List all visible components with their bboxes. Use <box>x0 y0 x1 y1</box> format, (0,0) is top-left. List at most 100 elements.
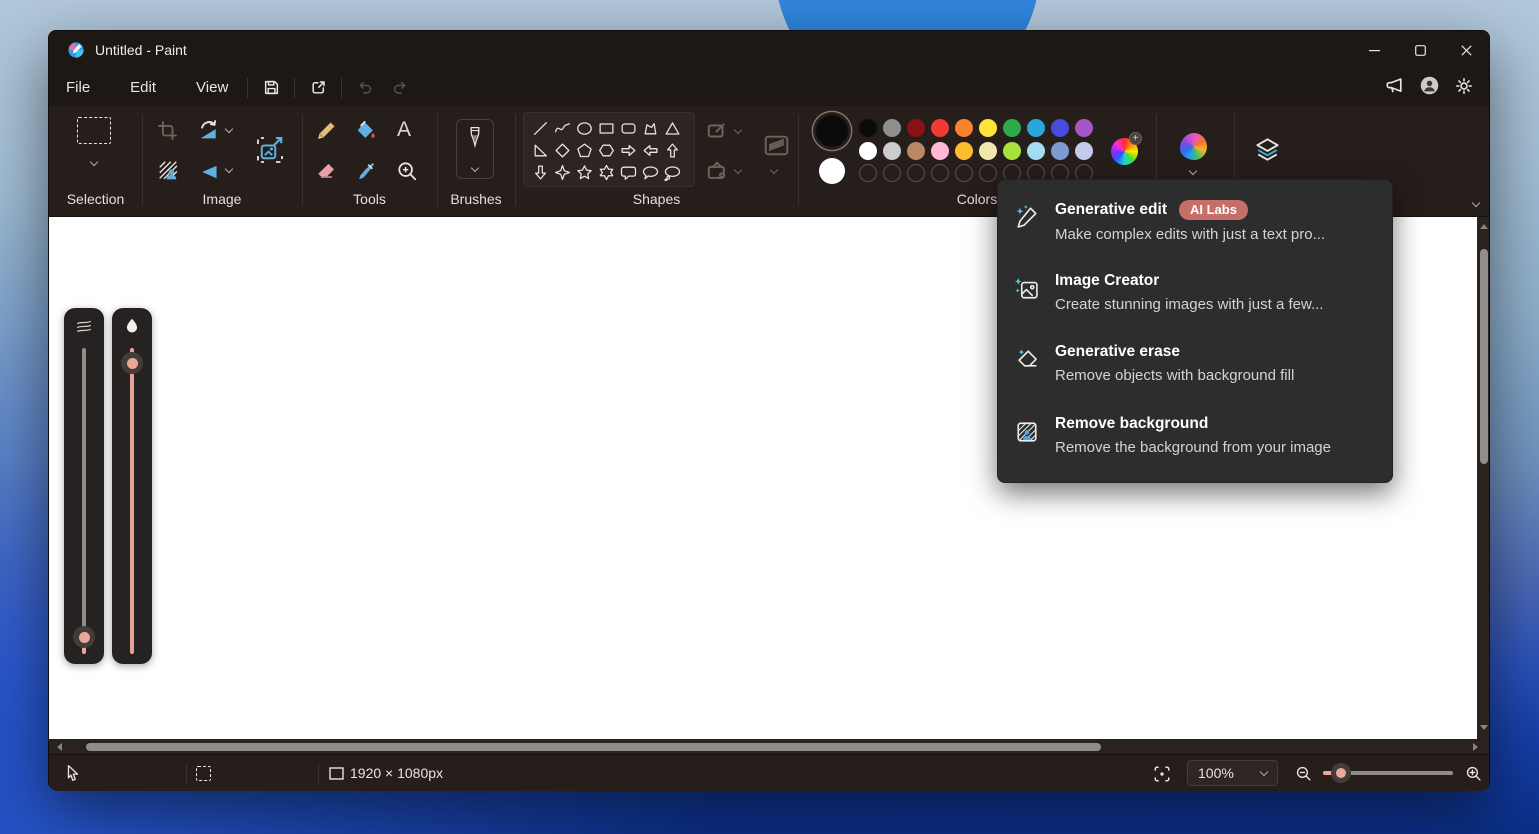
color-swatch-8a1216[interactable] <box>907 119 925 137</box>
feedback-megaphone-icon[interactable] <box>1385 76 1404 99</box>
flip-dropdown-chevron[interactable] <box>225 165 233 173</box>
selection-tool-button[interactable] <box>77 117 111 144</box>
shape-line[interactable] <box>529 117 551 139</box>
resize-image-button[interactable] <box>255 135 285 170</box>
settings-gear-icon[interactable] <box>1455 77 1473 99</box>
shape-pentagon[interactable] <box>573 139 595 161</box>
color-swatch-a7e23e[interactable] <box>1003 142 1021 160</box>
redo-icon[interactable] <box>382 74 416 102</box>
color-swatch-a2ddf1[interactable] <box>1027 142 1045 160</box>
color-swatch-0b0b0b[interactable] <box>859 119 877 137</box>
color-picker-tool[interactable] <box>355 160 377 187</box>
copilot-menu-item-generative-erase[interactable]: Generative eraseRemove objects with back… <box>998 332 1392 404</box>
copilot-menu-item-image-creator[interactable]: Image CreatorCreate stunning images with… <box>998 261 1392 333</box>
shape-speech-rounded[interactable] <box>617 161 639 183</box>
close-button[interactable] <box>1443 31 1489 69</box>
text-tool[interactable]: A <box>397 118 411 142</box>
save-icon[interactable] <box>254 74 288 102</box>
opacity-slider-track[interactable] <box>130 348 134 654</box>
flip-button[interactable] <box>198 161 220 188</box>
rotate-dropdown-chevron[interactable] <box>225 125 233 133</box>
magnifier-tool[interactable] <box>396 160 418 187</box>
stroke-size-chevron[interactable] <box>770 166 778 174</box>
horizontal-scroll-thumb[interactable] <box>86 743 1101 751</box>
color-swatch-ffb9d5[interactable] <box>931 142 949 160</box>
color-swatch-7e9bd1[interactable] <box>1051 142 1069 160</box>
shape-rectangle[interactable] <box>595 117 617 139</box>
zoom-slider-thumb[interactable] <box>1331 763 1351 783</box>
shape-hexagon[interactable] <box>595 139 617 161</box>
account-avatar[interactable] <box>1420 76 1439 99</box>
color-swatch-cccccc[interactable] <box>883 142 901 160</box>
shape-star-four[interactable] <box>551 161 573 183</box>
shape-thought-bubble[interactable] <box>661 161 683 183</box>
shape-arrow-down[interactable] <box>529 161 551 183</box>
color-swatch-empty[interactable] <box>979 164 997 182</box>
zoom-level-dropdown[interactable]: 100% <box>1187 760 1278 786</box>
background-color-swatch[interactable] <box>819 158 845 184</box>
color-swatch-empty[interactable] <box>859 164 877 182</box>
shape-diamond[interactable] <box>551 139 573 161</box>
crop-button[interactable] <box>157 120 178 146</box>
zoom-out-icon[interactable] <box>1295 765 1312 782</box>
shape-star-six[interactable] <box>595 161 617 183</box>
selection-dropdown-chevron[interactable] <box>90 158 98 166</box>
scroll-left-arrow[interactable] <box>57 743 62 751</box>
color-swatch-a455c6[interactable] <box>1075 119 1093 137</box>
color-swatch-2fa84a[interactable] <box>1003 119 1021 137</box>
opacity-slider-thumb[interactable] <box>121 352 143 374</box>
shape-ellipse[interactable] <box>573 117 595 139</box>
color-swatch-empty[interactable] <box>931 164 949 182</box>
shape-arrow-up[interactable] <box>661 139 683 161</box>
remove-background-button[interactable] <box>157 159 179 186</box>
color-swatch-empty[interactable] <box>955 164 973 182</box>
shape-fill-chevron[interactable] <box>734 166 742 174</box>
brushes-button[interactable] <box>456 119 494 179</box>
shape-heart[interactable] <box>529 183 551 187</box>
color-swatch-ffe43b[interactable] <box>979 119 997 137</box>
vertical-scroll-thumb[interactable] <box>1480 249 1488 464</box>
color-swatch-c5caef[interactable] <box>1075 142 1093 160</box>
eraser-tool[interactable] <box>315 160 337 187</box>
shape-triangle[interactable] <box>661 117 683 139</box>
size-slider-thumb[interactable] <box>73 626 95 648</box>
shape-arrow-left[interactable] <box>639 139 661 161</box>
minimize-button[interactable] <box>1351 31 1397 69</box>
shape-lightning[interactable] <box>551 183 573 187</box>
color-swatch-ee3b35[interactable] <box>931 119 949 137</box>
zoom-in-icon[interactable] <box>1465 765 1482 782</box>
share-icon[interactable] <box>301 74 335 102</box>
undo-icon[interactable] <box>348 74 382 102</box>
fill-tool[interactable] <box>355 120 377 147</box>
menu-edit[interactable]: Edit <box>117 74 169 101</box>
color-swatch-empty[interactable] <box>907 164 925 182</box>
fit-to-screen-icon[interactable] <box>1153 765 1171 783</box>
color-swatch-bb8764[interactable] <box>907 142 925 160</box>
color-swatch-empty[interactable] <box>883 164 901 182</box>
shape-curve[interactable] <box>551 117 573 139</box>
shape-star-five[interactable] <box>573 161 595 183</box>
scroll-up-arrow[interactable] <box>1480 224 1488 229</box>
color-swatch-2aa5dd[interactable] <box>1027 119 1045 137</box>
scroll-down-arrow[interactable] <box>1480 725 1488 730</box>
menu-file[interactable]: File <box>53 74 103 101</box>
color-swatch-484de0[interactable] <box>1051 119 1069 137</box>
shape-outline-chevron[interactable] <box>734 126 742 134</box>
shape-rounded-rectangle[interactable] <box>617 117 639 139</box>
layers-button[interactable] <box>1253 135 1282 169</box>
rotate-button[interactable] <box>197 119 220 147</box>
shape-outline-button[interactable] <box>706 120 728 147</box>
horizontal-scrollbar[interactable] <box>49 739 1489 754</box>
color-swatch-efe7ae[interactable] <box>979 142 997 160</box>
copilot-button[interactable] <box>1180 133 1207 160</box>
color-swatch-fdbc2f[interactable] <box>955 142 973 160</box>
stroke-size-button[interactable] <box>763 132 790 164</box>
collapse-ribbon-chevron[interactable] <box>1472 199 1480 207</box>
copilot-dropdown-chevron[interactable] <box>1189 167 1197 175</box>
shape-right-triangle[interactable] <box>529 139 551 161</box>
scroll-right-arrow[interactable] <box>1473 743 1478 751</box>
shape-speech-oval[interactable] <box>639 161 661 183</box>
foreground-color-swatch[interactable] <box>816 115 848 147</box>
color-swatch-ffffff[interactable] <box>859 142 877 160</box>
shape-arrow-right[interactable] <box>617 139 639 161</box>
